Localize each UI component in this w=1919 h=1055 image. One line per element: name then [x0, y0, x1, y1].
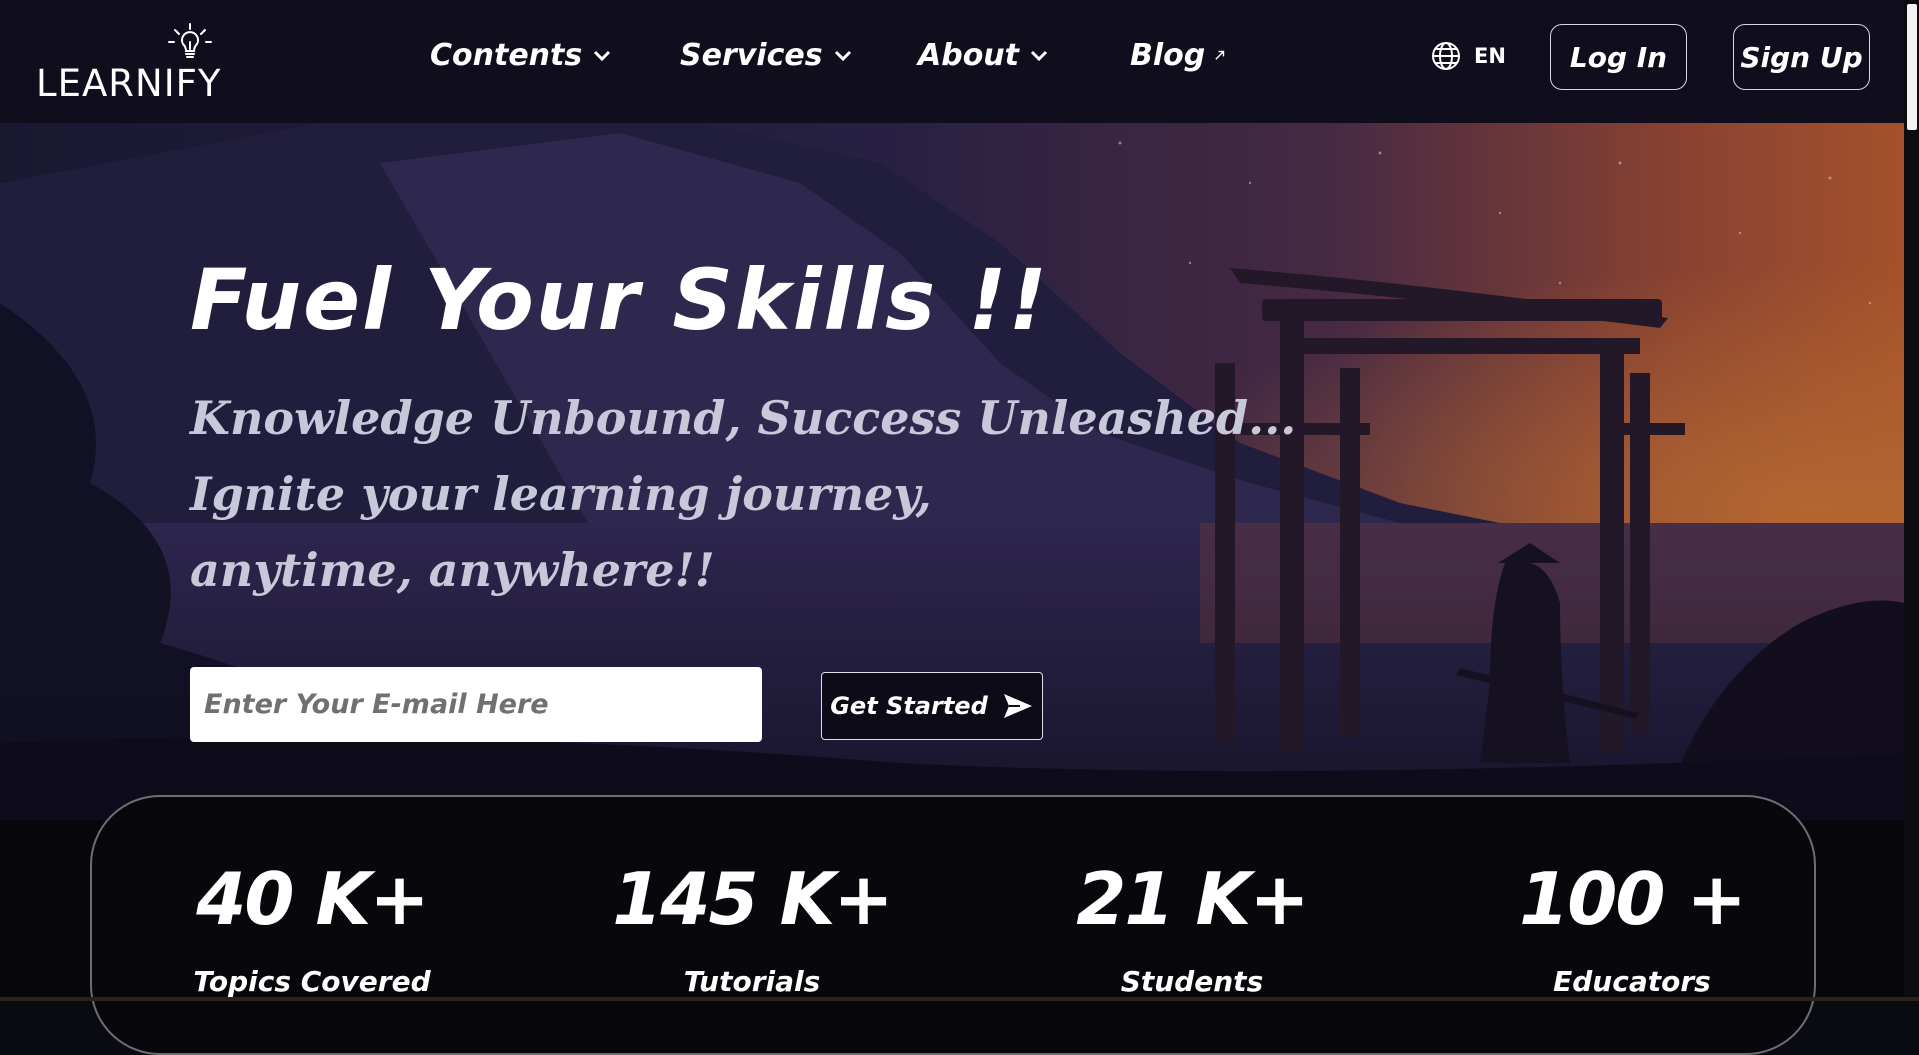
stat-label: Tutorials: [683, 965, 821, 998]
nav-label: Contents: [430, 37, 583, 73]
stat-value: 40 K+: [196, 857, 429, 941]
brand-name: LEARNIFY: [36, 62, 222, 105]
stat-value: 100 +: [1519, 857, 1747, 941]
nav-label: About: [918, 37, 1020, 73]
hero-subtitle-line: Knowledge Unbound, Success Unleashed...: [190, 391, 1297, 445]
scrollbar-thumb[interactable]: [1907, 4, 1917, 130]
stat-label: Topics Covered: [193, 965, 431, 998]
stat-value: 145 K+: [612, 857, 893, 941]
stat-value: 21 K+: [1076, 857, 1309, 941]
page-scrollbar[interactable]: [1904, 0, 1919, 1001]
nav-services[interactable]: Services: [680, 30, 853, 80]
language-selector[interactable]: EN: [1430, 38, 1506, 74]
window-bottom-edge: [0, 997, 1919, 1001]
hero-title: Fuel Your Skills !!: [190, 251, 1049, 349]
signup-button[interactable]: Sign Up: [1733, 24, 1870, 90]
brand-logo[interactable]: LEARNIFY: [36, 12, 226, 107]
nav-label: Services: [680, 37, 823, 73]
email-input[interactable]: [190, 667, 762, 742]
stats-card: 40 K+ Topics Covered 145 K+ Tutorials 21…: [90, 795, 1816, 1055]
nav-about[interactable]: About: [918, 30, 1049, 80]
stat-label: Educators: [1553, 965, 1711, 998]
hero-subtitle-line: Ignite your learning journey,: [190, 467, 932, 521]
get-started-label: Get Started: [830, 692, 988, 720]
hero-section: Fuel Your Skills !! Knowledge Unbound, S…: [0, 123, 1904, 820]
nav-label: Blog: [1130, 37, 1206, 73]
language-code: EN: [1474, 44, 1506, 68]
chevron-down-icon: [594, 50, 611, 62]
nav-contents[interactable]: Contents: [430, 30, 612, 80]
nav-blog[interactable]: Blog: [1130, 30, 1227, 80]
chevron-down-icon: [834, 50, 851, 62]
get-started-button[interactable]: Get Started: [821, 672, 1043, 740]
external-link-icon: [1215, 50, 1225, 60]
login-button[interactable]: Log In: [1550, 24, 1687, 90]
chevron-down-icon: [1030, 50, 1048, 62]
stat-label: Students: [1120, 965, 1264, 998]
globe-icon: [1432, 42, 1460, 70]
hero-subtitle-line: anytime, anywhere!!: [190, 543, 715, 597]
site-header: LEARNIFY Contents Services About Blog EN…: [0, 0, 1919, 123]
send-arrow-icon: [1003, 694, 1032, 718]
